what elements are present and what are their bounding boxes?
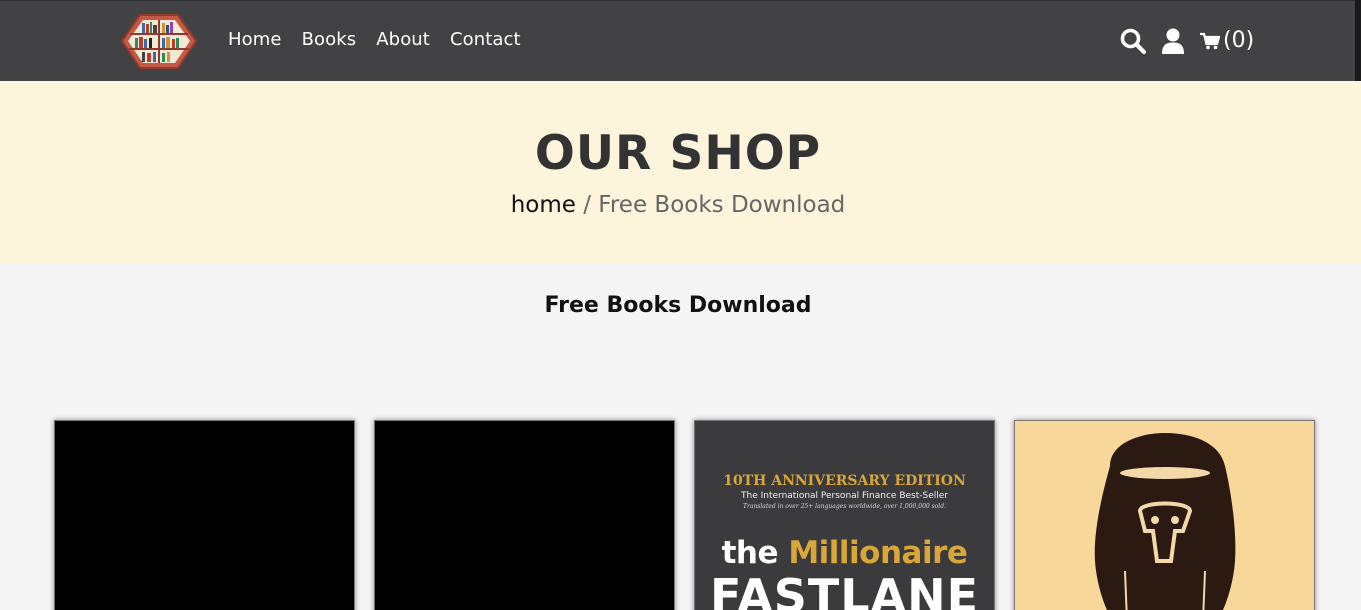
book-cover-image [375, 421, 674, 610]
user-icon[interactable] [1161, 27, 1185, 55]
book-card[interactable] [1014, 420, 1315, 610]
search-icon[interactable] [1119, 27, 1147, 55]
cover-title-text: the Millionaire [695, 535, 994, 571]
hero-banner: OUR SHOP home / Free Books Download [0, 81, 1361, 263]
book-cover-image: 10TH ANNIVERSARY EDITION The Internation… [695, 421, 994, 610]
cart-button[interactable]: (0) [1200, 27, 1254, 55]
cart-icon [1200, 32, 1220, 50]
breadcrumb: home / Free Books Download [0, 192, 1356, 218]
book-card[interactable] [374, 420, 675, 610]
page-title: OUR SHOP [534, 126, 822, 181]
book-cover-image [55, 421, 354, 610]
nav-contact-link[interactable]: Contact [450, 29, 521, 50]
nav-icons: (0) [1119, 27, 1254, 55]
cart-count: (0) [1223, 28, 1255, 53]
breadcrumb-separator: / [575, 192, 599, 218]
nav-books-link[interactable]: Books [302, 29, 357, 50]
cover-edition-text: 10TH ANNIVERSARY EDITION [723, 473, 966, 489]
main-nav: Home Books About Contact [228, 29, 521, 50]
breadcrumb-current: Free Books Download [598, 192, 846, 218]
cover-tagline-text: Translated in over 25+ languages worldwi… [743, 503, 946, 510]
section-title: Free Books Download [544, 293, 812, 318]
cover-subtitle-text: The International Personal Finance Best-… [741, 491, 948, 501]
navbar: Home Books About Contact (0) [0, 0, 1361, 81]
nav-home-link[interactable]: Home [228, 29, 282, 50]
bookshelf-logo-icon[interactable] [120, 13, 198, 70]
nav-about-link[interactable]: About [376, 29, 430, 50]
cover-title-millionaire: Millionaire [788, 535, 968, 571]
breadcrumb-home-link[interactable]: home [511, 192, 576, 218]
cover-title-fastlane: FASTLANE [709, 569, 980, 610]
cover-title-the: the [721, 535, 779, 571]
book-card[interactable]: 10TH ANNIVERSARY EDITION The Internation… [694, 420, 995, 610]
book-cover-image [1015, 421, 1314, 610]
book-card[interactable] [54, 420, 355, 610]
